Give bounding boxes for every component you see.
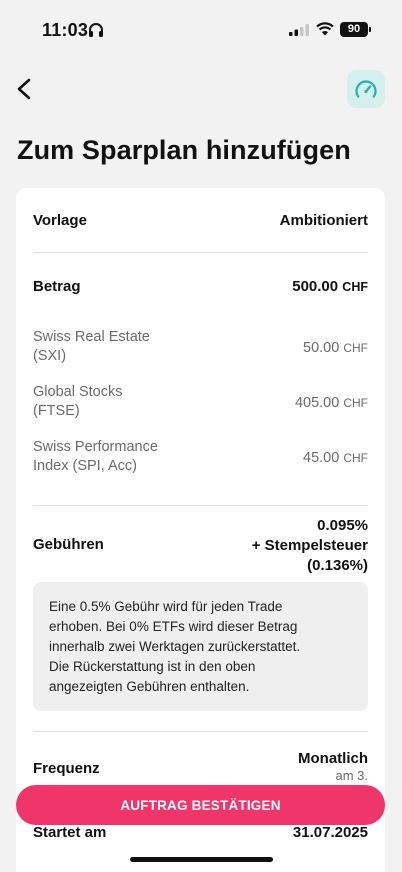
- fee-info-line: angezeigten Gebühren enthalten.: [49, 679, 250, 694]
- template-row: Vorlage Ambitioniert: [33, 212, 368, 232]
- allocation-value: 405.00 CHF: [295, 395, 368, 411]
- fees-label: Gebühren: [33, 536, 104, 553]
- allocation-number: 45.00: [303, 450, 340, 466]
- divider: [33, 731, 368, 732]
- allocation-number: 405.00: [294, 395, 340, 411]
- allocation-name-line2: Index (SPI, Acc): [33, 458, 137, 474]
- home-indicator: [130, 857, 273, 862]
- divider: [33, 505, 368, 506]
- speedometer-icon: [355, 80, 377, 98]
- allocation-name-line1: Swiss Performance: [33, 439, 158, 455]
- battery-icon: 90: [340, 22, 368, 37]
- allocation-name-line1: Global Stocks: [33, 384, 123, 400]
- allocation-value: 45.00 CHF: [303, 450, 368, 466]
- fees-value-line3: (0.136%): [307, 557, 368, 574]
- frequency-row: Frequenz Monatlich am 3.: [33, 750, 368, 790]
- cellular-signal-icon: [289, 24, 309, 36]
- fees-row: Gebühren 0.095% + Stempelsteuer (0.136%): [33, 516, 368, 576]
- divider: [33, 252, 368, 253]
- allocation-name: Swiss Real Estate (SXI): [33, 328, 203, 366]
- start-row: Startet am 31.07.2025: [33, 824, 368, 844]
- wifi-icon: [316, 22, 334, 36]
- amount-row: Betrag 500.00 CHF: [33, 278, 368, 298]
- amount-number: 500.00: [292, 278, 339, 295]
- chevron-left-icon: [17, 78, 31, 100]
- order-summary-card: Vorlage Ambitioniert Betrag 500.00 CHF S…: [16, 188, 385, 872]
- frequency-label: Frequenz: [33, 760, 100, 777]
- frequency-value: Monatlich: [298, 750, 368, 767]
- allocation-unit: CHF: [343, 451, 368, 465]
- allocation-name-line1: Swiss Real Estate: [33, 329, 150, 345]
- allocation-row: Global Stocks (FTSE) 405.00 CHF: [33, 383, 368, 423]
- fee-info-line: innerhalb zwei Werktagen zurückerstattet…: [49, 639, 301, 654]
- plan-icon-button[interactable]: [347, 70, 385, 108]
- confirm-order-button[interactable]: AUFTRAG BESTÄTIGEN: [16, 785, 385, 825]
- template-label: Vorlage: [33, 212, 87, 229]
- fees-value-line2: + Stempelsteuer: [251, 537, 368, 554]
- start-label: Startet am: [33, 824, 107, 841]
- allocation-name-line2: (FTSE): [33, 403, 80, 419]
- allocation-value: 50.00 CHF: [303, 340, 368, 356]
- back-button[interactable]: [14, 76, 36, 102]
- start-value: 31.07.2025: [292, 824, 368, 841]
- allocation-number: 50.00: [303, 340, 340, 356]
- fee-info-line: erhoben. Bei 0% ETFs wird dieser Betrag: [49, 619, 298, 634]
- amount-value: 500.00 CHF: [292, 278, 368, 295]
- page-title: Zum Sparplan hinzufügen: [17, 135, 351, 165]
- headphones-icon: [89, 23, 103, 37]
- frequency-day: am 3.: [335, 768, 368, 783]
- status-bar: 11:03 90: [0, 0, 402, 54]
- allocation-name: Global Stocks (FTSE): [33, 383, 203, 421]
- template-value: Ambitioniert: [279, 212, 368, 229]
- fee-info-line: Eine 0.5% Gebühr wird für jeden Trade: [49, 599, 283, 614]
- status-time: 11:03: [42, 20, 89, 40]
- allocation-name: Swiss Performance Index (SPI, Acc): [33, 438, 203, 476]
- amount-label: Betrag: [33, 278, 81, 295]
- allocation-row: Swiss Real Estate (SXI) 50.00 CHF: [33, 328, 368, 368]
- fee-info-line: Die Rückerstattung ist in den oben: [49, 659, 256, 674]
- fee-info-box: Eine 0.5% Gebühr wird für jeden Trade er…: [33, 582, 368, 711]
- allocation-unit: CHF: [343, 341, 368, 355]
- allocation-unit: CHF: [343, 396, 368, 410]
- amount-unit: CHF: [342, 280, 368, 294]
- fees-value: 0.095% + Stempelsteuer (0.136%): [252, 516, 368, 576]
- battery-tip: [369, 27, 371, 32]
- fees-value-line1: 0.095%: [317, 517, 368, 534]
- allocation-name-line2: (SXI): [33, 348, 67, 364]
- allocation-row: Swiss Performance Index (SPI, Acc) 45.00…: [33, 438, 368, 478]
